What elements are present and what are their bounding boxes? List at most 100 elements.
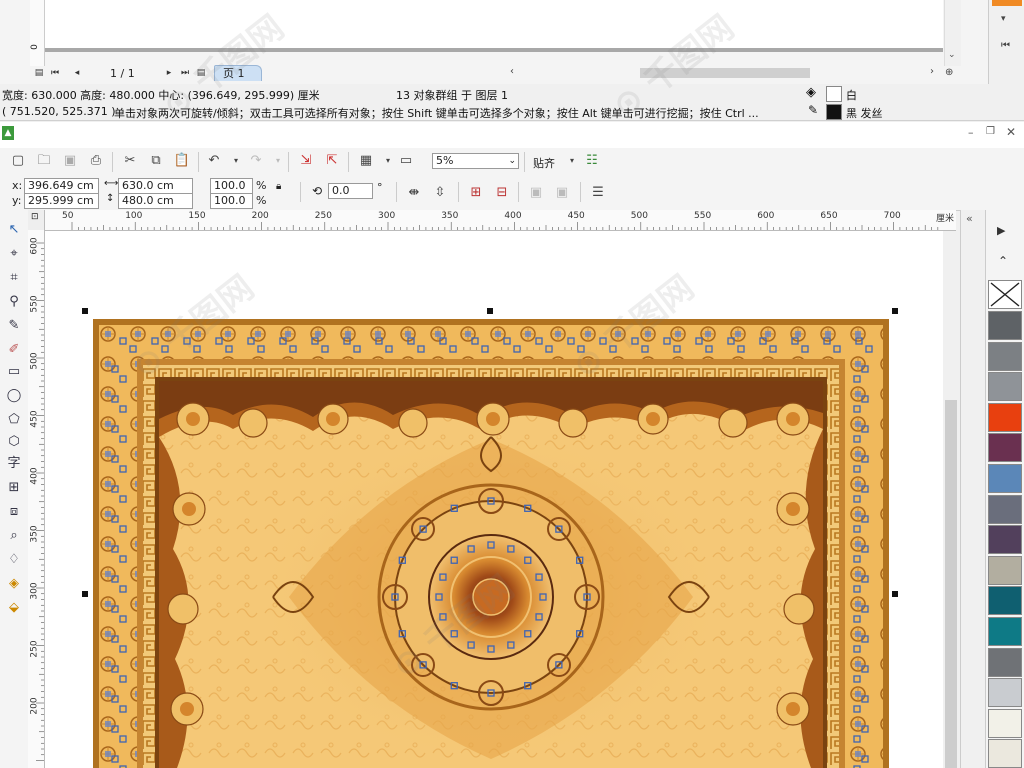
break-apart-icon[interactable]: ▣ [552, 183, 572, 203]
table-tool-icon[interactable]: ⊞ [4, 478, 24, 498]
vertical-ruler[interactable]: 600 550 500 450 400 350 300 250 200 [28, 230, 45, 768]
scroll-left-icon[interactable]: ‹ [510, 66, 514, 77]
ruler-origin[interactable]: ⊡ [28, 210, 45, 231]
import-icon[interactable]: ⇲ [296, 151, 316, 171]
collapse-docker-icon[interactable]: « [966, 212, 973, 225]
selection-handle-n[interactable] [487, 308, 493, 314]
undo-icon[interactable]: ↶ [204, 151, 224, 171]
tab-page-1[interactable]: 页 1 [214, 65, 262, 81]
outline-pen-icon[interactable]: ♢ [4, 550, 24, 570]
top-vertical-scrollbar[interactable]: ⌄ [944, 0, 961, 66]
carpet-artwork[interactable] [93, 319, 889, 768]
palette-scroll-up-icon[interactable]: ⌃ [998, 254, 1008, 268]
palette-flyout-icon[interactable]: ▶ [997, 224, 1005, 237]
color-swatch[interactable] [988, 739, 1022, 768]
scale-x-field[interactable]: 100.0 [210, 178, 253, 194]
align-distribute-icon[interactable]: ☰ [588, 183, 608, 203]
top-hscroll-thumb[interactable] [640, 68, 810, 78]
redo-icon[interactable]: ↷ [246, 151, 266, 171]
eyedropper-icon[interactable]: ⌕ [4, 526, 24, 546]
basic-shapes-icon[interactable]: ⬡ [4, 432, 24, 452]
mirror-vertical-icon[interactable]: ⇳ [430, 183, 450, 203]
chevron-down-icon[interactable]: ⌄ [508, 154, 516, 168]
rectangle-tool-icon[interactable]: ▭ [4, 362, 24, 382]
accent-button[interactable] [992, 0, 1022, 6]
color-swatch[interactable] [988, 678, 1022, 708]
open-folder-icon[interactable]: 🗀 [34, 151, 54, 171]
close-icon[interactable]: ✕ [1006, 125, 1016, 139]
x-position-field[interactable]: 396.649 cm [24, 178, 99, 194]
color-swatch[interactable] [988, 341, 1022, 371]
fill-bucket-icon[interactable]: ◈ [806, 85, 816, 100]
polygon-tool-icon[interactable]: ⬠ [4, 410, 24, 430]
fill-tool-icon[interactable]: ◈ [4, 574, 24, 594]
color-swatch[interactable] [988, 433, 1022, 463]
scroll-right-icon[interactable]: › [930, 66, 934, 77]
color-swatch[interactable] [988, 586, 1022, 616]
publish-dropdown-icon[interactable]: ▾ [378, 151, 398, 171]
color-swatch[interactable] [988, 402, 1022, 432]
mirror-horizontal-icon[interactable]: ⇼ [404, 183, 424, 203]
snap-to-label[interactable]: 贴齐 [533, 155, 555, 171]
zoom-tool-icon[interactable]: ⚲ [4, 292, 24, 312]
ellipse-tool-icon[interactable]: ◯ [4, 386, 24, 406]
pick-tool-icon[interactable]: ↖ [4, 220, 24, 240]
height-field[interactable]: 480.0 cm [118, 193, 193, 209]
vscroll-thumb[interactable] [945, 400, 957, 768]
zoom-navigator-icon[interactable]: ⊕ [945, 67, 953, 78]
no-color-swatch[interactable] [988, 280, 1022, 309]
zoom-level-select[interactable]: 5% ⌄ [432, 153, 519, 169]
cut-icon[interactable]: ✂ [120, 151, 140, 171]
skip-start-icon[interactable]: ⏮ [1001, 40, 1010, 51]
collapse-arrow-icon[interactable]: ▾ [1001, 14, 1006, 24]
selection-handle-ne[interactable] [892, 308, 898, 314]
parallel-dimension-icon[interactable]: ⧈ [4, 502, 24, 522]
color-swatch[interactable] [988, 555, 1022, 585]
shape-tool-icon[interactable]: ⌖ [4, 244, 24, 264]
artistic-media-icon[interactable]: ✐ [4, 340, 24, 360]
publish-pdf-icon[interactable]: ▦ [356, 151, 376, 171]
restore-icon[interactable]: ❐ [986, 126, 995, 137]
outline-swatch[interactable] [826, 104, 842, 120]
undo-dropdown-icon[interactable]: ▾ [226, 151, 246, 171]
interactive-fill-icon[interactable]: ⬙ [4, 598, 24, 618]
color-swatch[interactable] [988, 494, 1022, 524]
horizontal-ruler[interactable]: 50 100 150 200 250 300 350 400 450 500 550 600 650 70… [44, 210, 956, 231]
text-tool-icon[interactable]: 字 [4, 454, 24, 474]
rotation-field[interactable]: 0.0 [328, 183, 373, 199]
selection-handle-w[interactable] [82, 591, 88, 597]
print-icon[interactable]: ⎙ [86, 151, 106, 171]
next-page-icon[interactable]: ▸ [162, 66, 176, 80]
y-position-field[interactable]: 295.999 cm [24, 193, 99, 209]
group-icon[interactable]: ⊞ [466, 183, 486, 203]
color-swatch[interactable] [988, 464, 1022, 493]
combine-icon[interactable]: ▣ [526, 183, 546, 203]
snap-dropdown-icon[interactable]: ▾ [562, 151, 582, 171]
color-swatch[interactable] [988, 311, 1022, 340]
page-add-after-icon[interactable]: ▤ [194, 66, 208, 80]
prev-page-icon[interactable]: ◂ [70, 66, 84, 80]
color-swatch[interactable] [988, 525, 1022, 555]
color-swatch[interactable] [988, 372, 1022, 402]
options-icon[interactable]: ☷ [582, 151, 602, 171]
copy-icon[interactable]: ⧉ [146, 151, 166, 171]
crop-tool-icon[interactable]: ⌗ [4, 268, 24, 288]
top-canvas[interactable] [45, 0, 943, 48]
scale-y-field[interactable]: 100.0 [210, 193, 253, 209]
fullscreen-preview-icon[interactable]: ▭ [396, 151, 416, 171]
redo-dropdown-icon[interactable]: ▾ [268, 151, 288, 171]
export-icon[interactable]: ⇱ [322, 151, 342, 171]
new-document-icon[interactable]: ▢ [8, 151, 28, 171]
selection-handle-nw[interactable] [82, 308, 88, 314]
scroll-down-icon[interactable]: ⌄ [948, 50, 956, 60]
last-page-icon[interactable]: ⏭ [178, 66, 192, 80]
width-field[interactable]: 630.0 cm [118, 178, 193, 194]
freehand-tool-icon[interactable]: ✎ [4, 316, 24, 336]
color-swatch[interactable] [988, 647, 1022, 677]
color-swatch[interactable] [988, 708, 1022, 738]
selection-handle-e[interactable] [892, 591, 898, 597]
lock-ratio-icon[interactable]: 🔒︎ [276, 181, 281, 192]
first-page-icon[interactable]: ⏮ [48, 66, 62, 80]
fill-swatch[interactable] [826, 86, 842, 102]
pen-outline-icon[interactable]: ✎ [808, 103, 818, 117]
